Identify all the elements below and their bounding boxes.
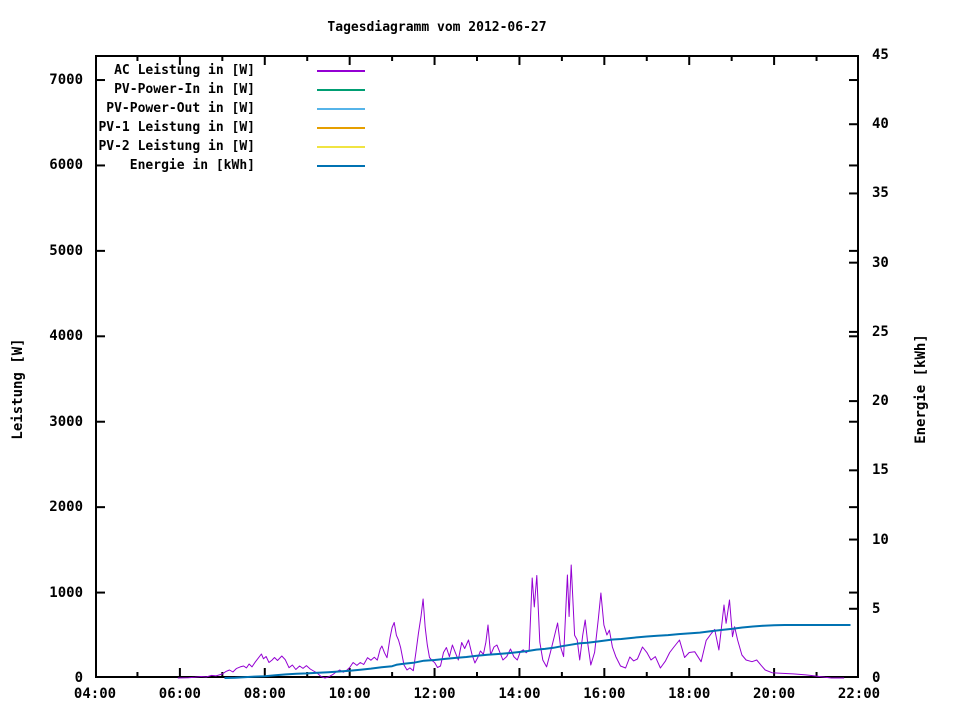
x-tick-label: 20:00 [753, 686, 796, 702]
legend-line-sample [317, 165, 365, 167]
y-right-tick-label: 40 [872, 116, 889, 133]
y-left-tick-label: 1000 [49, 584, 83, 601]
legend-line-sample [317, 89, 365, 91]
x-tick-label: 14:00 [498, 686, 541, 702]
legend-label: PV-Power-Out in [W] [106, 101, 255, 116]
y-right-tick-label: 0 [872, 670, 881, 686]
x-tick-label: 08:00 [243, 686, 286, 702]
legend-label: AC Leistung in [W] [114, 63, 255, 78]
legend-line-sample [317, 127, 365, 129]
legend-label: Energie in [kWh] [129, 158, 255, 173]
y-right-tick-label: 45 [872, 47, 889, 63]
x-tick-label: 22:00 [837, 686, 881, 702]
legend-line-sample [317, 108, 365, 110]
x-tick-label: 10:00 [328, 686, 371, 702]
legend-line-sample [317, 146, 365, 148]
y-left-tick-label: 5000 [49, 242, 83, 259]
legend-label: PV-1 Leistung in [W] [98, 120, 255, 135]
y-left-tick-label: 7000 [49, 72, 83, 89]
x-tick-label: 12:00 [413, 686, 456, 702]
x-tick-label: 16:00 [583, 686, 626, 702]
series-line-0 [177, 564, 845, 679]
y-left-tick-label: 2000 [49, 499, 83, 516]
y-right-tick-label: 5 [872, 600, 881, 617]
y-right-tick-label: 35 [872, 185, 889, 202]
y-right-tick-label: 10 [872, 531, 889, 548]
y-left-axis-title: Leistung [W] [10, 338, 26, 440]
x-tick-label: 06:00 [158, 686, 201, 702]
y-left-tick-label: 0 [74, 670, 83, 686]
y-right-axis-title: Energie [kWh] [913, 334, 929, 444]
x-tick-label: 18:00 [668, 686, 711, 702]
series-line-5 [224, 624, 851, 679]
x-tick-label: 04:00 [73, 686, 117, 702]
legend-label: PV-2 Leistung in [W] [98, 139, 255, 154]
plot-area: 0 1000 2000 3000 4000 5000 6000 7000 0 5 10 15 20 25… [0, 0, 960, 720]
y-left-tick-label: 6000 [49, 157, 83, 174]
y-right-tick-label: 30 [872, 254, 889, 271]
legend-label: PV-Power-In in [W] [114, 82, 255, 97]
legend-line-sample [317, 70, 365, 72]
